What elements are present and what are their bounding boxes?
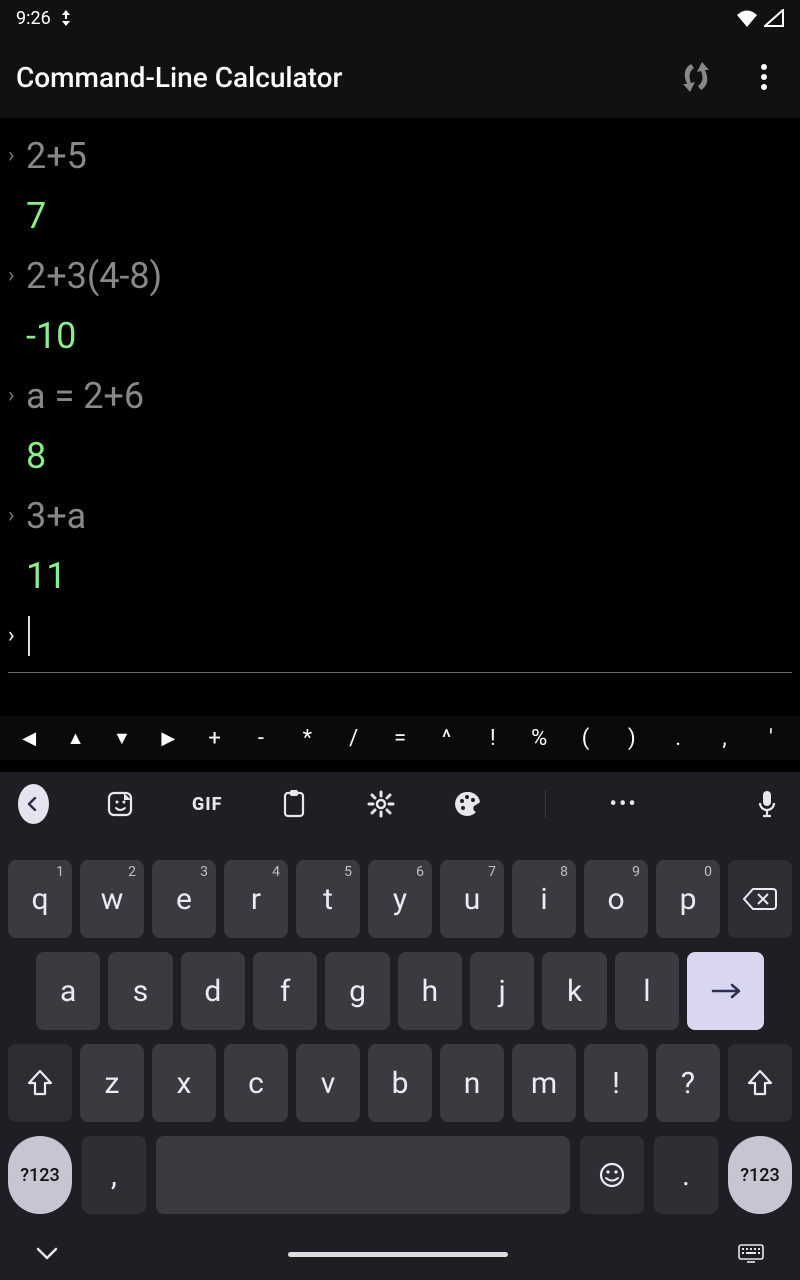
clock: 9:26 xyxy=(16,8,51,29)
sym-percent[interactable]: % xyxy=(516,726,562,751)
key-i[interactable]: i8 xyxy=(512,860,576,938)
nav-right-button[interactable]: ▶ xyxy=(145,728,191,749)
key-x[interactable]: x xyxy=(152,1044,216,1122)
key-l[interactable]: l xyxy=(615,952,679,1030)
sym-star[interactable]: * xyxy=(284,726,330,751)
key-symbols-left[interactable]: ?123 xyxy=(8,1136,72,1214)
key-h[interactable]: h xyxy=(398,952,462,1030)
sym-equals[interactable]: = xyxy=(377,726,423,751)
key-d[interactable]: d xyxy=(181,952,245,1030)
app-bar: Command-Line Calculator xyxy=(0,36,800,118)
sym-minus[interactable]: - xyxy=(238,726,284,751)
cell-signal-icon xyxy=(764,9,784,27)
history-output: 8 xyxy=(8,426,792,486)
history-output: 11 xyxy=(8,546,792,606)
symbol-strip: ◀ ▲ ▼ ▶ + - * / = ^ ! % ( ) . , ' xyxy=(0,716,800,760)
key-shift-right[interactable] xyxy=(728,1044,792,1122)
mic-icon[interactable] xyxy=(751,784,782,824)
key-bang[interactable]: ! xyxy=(584,1044,648,1122)
sym-dot[interactable]: . xyxy=(655,726,701,751)
sym-caret[interactable]: ^ xyxy=(423,726,469,751)
nav-up-button[interactable]: ▲ xyxy=(52,728,98,749)
sym-rparen[interactable]: ) xyxy=(609,726,655,751)
key-e[interactable]: e3 xyxy=(152,860,216,938)
sym-comma[interactable]: , xyxy=(701,726,747,751)
key-f[interactable]: f xyxy=(253,952,317,1030)
history-input: ›a = 2+6 xyxy=(8,366,792,426)
gear-icon[interactable] xyxy=(366,784,397,824)
text-cursor xyxy=(28,616,30,656)
sym-plus[interactable]: + xyxy=(191,726,237,751)
key-y[interactable]: y6 xyxy=(368,860,432,938)
sym-apos[interactable]: ' xyxy=(748,726,794,751)
key-question[interactable]: ? xyxy=(656,1044,720,1122)
gif-button[interactable]: GIF xyxy=(192,784,223,824)
status-bar: 9:26 xyxy=(0,0,800,36)
key-dot[interactable]: . xyxy=(654,1136,718,1214)
key-symbols-right[interactable]: ?123 xyxy=(728,1136,792,1214)
key-v[interactable]: v xyxy=(296,1044,360,1122)
key-u[interactable]: u7 xyxy=(440,860,504,938)
nav-down-button[interactable]: ▼ xyxy=(99,728,145,749)
key-w[interactable]: w2 xyxy=(80,860,144,938)
key-backspace[interactable] xyxy=(728,860,792,938)
toolbar-more-button[interactable]: ••• xyxy=(608,784,639,824)
history-input: ›3+a xyxy=(8,486,792,546)
nav-left-button[interactable]: ◀ xyxy=(6,728,52,749)
nav-handle[interactable] xyxy=(288,1252,508,1257)
key-emoji[interactable] xyxy=(580,1136,644,1214)
key-q[interactable]: q1 xyxy=(8,860,72,938)
collapse-keyboard-button[interactable] xyxy=(36,1247,58,1261)
sym-bang[interactable]: ! xyxy=(470,726,516,751)
keyboard-switcher-button[interactable] xyxy=(738,1244,764,1264)
key-c[interactable]: c xyxy=(224,1044,288,1122)
console: ›2+5 7 ›2+3(4-8) -10 ›a = 2+6 8 ›3+a 11 … xyxy=(0,118,800,673)
palette-icon[interactable] xyxy=(453,784,484,824)
command-input[interactable]: › xyxy=(8,606,792,673)
key-a[interactable]: a xyxy=(36,952,100,1030)
key-space[interactable] xyxy=(156,1136,570,1214)
history-output: -10 xyxy=(8,306,792,366)
key-m[interactable]: m xyxy=(512,1044,576,1122)
history-input: ›2+3(4-8) xyxy=(8,246,792,306)
status-icon xyxy=(59,10,73,26)
key-shift-left[interactable] xyxy=(8,1044,72,1122)
key-s[interactable]: s xyxy=(108,952,172,1030)
sync-button[interactable] xyxy=(676,57,716,97)
toolbar-collapse-button[interactable] xyxy=(18,784,49,824)
key-j[interactable]: j xyxy=(470,952,534,1030)
sticker-icon[interactable] xyxy=(105,784,136,824)
history-input: ›2+5 xyxy=(8,126,792,186)
key-n[interactable]: n xyxy=(440,1044,504,1122)
sym-lparen[interactable]: ( xyxy=(562,726,608,751)
key-g[interactable]: g xyxy=(325,952,389,1030)
app-title: Command-Line Calculator xyxy=(16,61,676,94)
history-output: 7 xyxy=(8,186,792,246)
keyboard-toolbar: GIF ••• xyxy=(0,772,800,836)
clipboard-icon[interactable] xyxy=(279,784,310,824)
key-t[interactable]: t5 xyxy=(296,860,360,938)
key-comma[interactable]: , xyxy=(82,1136,146,1214)
key-p[interactable]: p0 xyxy=(656,860,720,938)
key-o[interactable]: o9 xyxy=(584,860,648,938)
key-k[interactable]: k xyxy=(542,952,606,1030)
sym-slash[interactable]: / xyxy=(331,726,377,751)
key-enter[interactable] xyxy=(687,952,764,1030)
toolbar-divider xyxy=(545,790,546,818)
key-z[interactable]: z xyxy=(80,1044,144,1122)
key-b[interactable]: b xyxy=(368,1044,432,1122)
wifi-icon xyxy=(736,9,758,27)
keyboard: q1 w2 e3 r4 t5 y6 u7 i8 o9 p0 a s d f g … xyxy=(0,836,800,1238)
more-options-button[interactable] xyxy=(744,57,784,97)
key-r[interactable]: r4 xyxy=(224,860,288,938)
nav-strip xyxy=(0,1228,800,1280)
